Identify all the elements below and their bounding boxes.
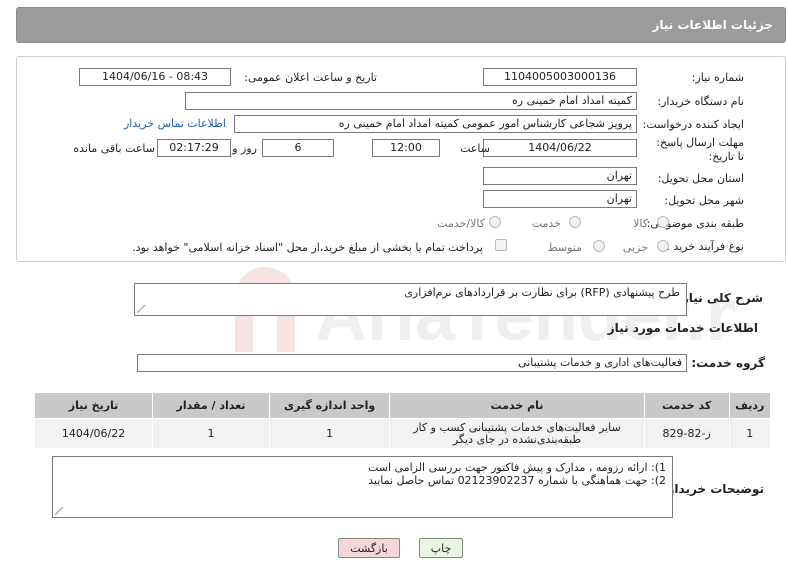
category-radio-goods[interactable] xyxy=(657,216,669,228)
category-option-goods: کالا xyxy=(633,217,648,230)
deadline-label: مهلت ارسال پاسخ: تا تاریخ: xyxy=(656,136,744,163)
cell-code: ز-82-829 xyxy=(643,418,730,449)
cell-index: 1 xyxy=(728,418,771,449)
city-label: شهر محل تحویل: xyxy=(664,194,744,207)
cell-unit: 1 xyxy=(268,418,391,449)
back-button[interactable]: بازگشت xyxy=(338,538,400,558)
city-field[interactable]: تهران xyxy=(483,190,637,208)
announce-field[interactable]: 1404/06/16 - 08:43 xyxy=(79,68,231,86)
buyer-contact-link[interactable]: اطلاعات تماس خریدار xyxy=(124,117,226,130)
province-label: استان محل تحویل: xyxy=(657,172,744,185)
cell-date: 1404/06/22 xyxy=(33,418,154,449)
page-header: جزئیات اطلاعات نیاز xyxy=(16,7,786,43)
days-label: روز و xyxy=(232,142,257,155)
cell-name: سایر فعالیت‌های خدمات پشتیبانی کسب و کار… xyxy=(389,418,645,449)
page-title: جزئیات اطلاعات نیاز xyxy=(652,18,773,32)
buyer-note-line-2: 2): جهت هماهنگی با شماره 02123902237 تما… xyxy=(368,474,666,487)
col-name-header: نام خدمت xyxy=(389,392,645,419)
col-index-header: ردیف xyxy=(728,392,771,419)
province-field[interactable]: تهران xyxy=(483,167,637,185)
creator-field[interactable]: پرویز شجاعی کارشناس امور عمومی کمیته امد… xyxy=(234,115,637,133)
payment-note: پرداخت تمام یا بخشی از مبلغ خرید،از محل … xyxy=(132,241,483,254)
deadline-date-field[interactable]: 1404/06/22 xyxy=(483,139,637,157)
time-label: ساعت xyxy=(460,142,490,155)
resize-handle[interactable] xyxy=(55,507,63,515)
category-option-service: خدمت xyxy=(531,217,561,230)
buyer-notes-label: توضیحات خریدار: xyxy=(662,482,764,496)
buyer-notes-textarea[interactable]: 1): ارائه رزومه ، مدارک و پیش فاکتور جهت… xyxy=(52,456,673,518)
summary-text: طرح پیشنهادی (RFP) برای نظارت بر قرارداد… xyxy=(404,286,680,299)
category-option-goods-service: کالا/خدمت xyxy=(437,217,485,230)
col-unit-header: واحد اندازه گیری xyxy=(268,392,391,419)
treasury-checkbox[interactable] xyxy=(495,239,507,251)
category-radio-service[interactable] xyxy=(569,216,581,228)
process-label: نوع فرآیند خرید : xyxy=(666,240,744,253)
table-row: 1 ز-82-829 سایر فعالیت‌های خدمات پشتیبان… xyxy=(33,418,771,449)
deadline-time-field[interactable]: 12:00 xyxy=(372,139,440,157)
table-header-row: ردیف کد خدمت نام خدمت واحد اندازه گیری ت… xyxy=(33,392,771,419)
print-button[interactable]: چاپ xyxy=(419,538,463,558)
buyer-note-line-1: 1): ارائه رزومه ، مدارک و پیش فاکتور جهت… xyxy=(367,461,666,474)
process-option-medium: متوسط xyxy=(547,241,582,254)
resize-handle[interactable] xyxy=(137,305,145,313)
remaining-time-field[interactable]: 02:17:29 xyxy=(157,139,231,157)
announce-label: تاریخ و ساعت اعلان عمومی: xyxy=(244,71,377,84)
process-option-minor: جزیی xyxy=(622,241,648,254)
process-radio-minor[interactable] xyxy=(657,240,669,252)
buyer-org-field[interactable]: کمیته امداد امام خمینی ره xyxy=(185,92,637,110)
service-group-field[interactable]: فعالیت‌های اداری و خدمات پشتیبانی xyxy=(137,354,687,372)
services-section-title: اطلاعات خدمات مورد نیاز xyxy=(607,321,758,335)
creator-label: ایجاد کننده درخواست: xyxy=(642,118,744,131)
col-qty-header: تعداد / مقدار xyxy=(152,392,270,419)
service-group-label: گروه خدمت: xyxy=(691,356,765,370)
cell-qty: 1 xyxy=(152,418,270,449)
summary-textarea[interactable]: طرح پیشنهادی (RFP) برای نظارت بر قرارداد… xyxy=(134,283,687,316)
days-field[interactable]: 6 xyxy=(262,139,334,157)
buyer-org-label: نام دستگاه خریدار: xyxy=(657,95,744,108)
category-radio-goods-service[interactable] xyxy=(489,216,501,228)
remaining-label: ساعت باقی مانده xyxy=(73,142,155,155)
process-radio-medium[interactable] xyxy=(593,240,605,252)
services-table: ردیف کد خدمت نام خدمت واحد اندازه گیری ت… xyxy=(33,392,771,449)
summary-label: شرح کلی نیاز: xyxy=(677,291,763,305)
need-number-field[interactable]: 1104005003000136 xyxy=(483,68,637,86)
col-code-header: کد خدمت xyxy=(643,392,730,419)
need-number-label: شماره نیاز: xyxy=(691,71,744,84)
col-date-header: تاریخ نیاز xyxy=(33,392,154,419)
